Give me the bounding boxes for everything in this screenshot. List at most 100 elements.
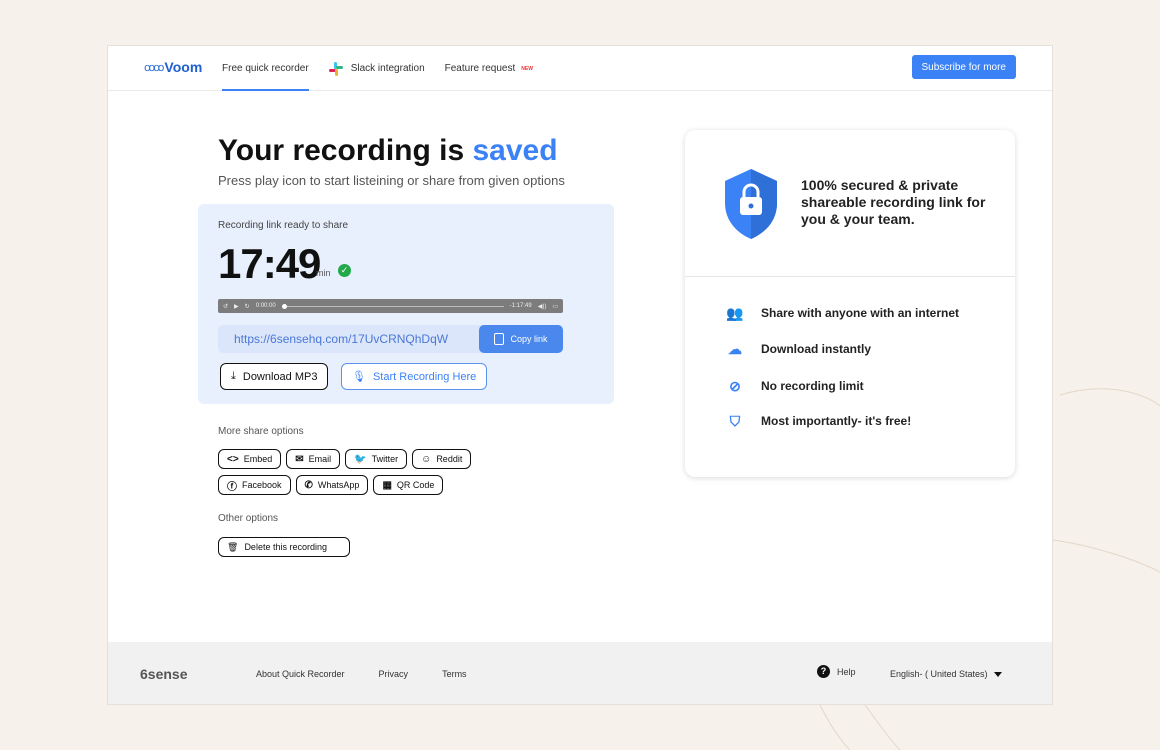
volume-icon[interactable]: ◀)) [538,303,547,310]
embed-button[interactable]: <> Embed [218,449,282,469]
nav-free-quick-recorder[interactable]: Free quick recorder [222,46,309,91]
top-nav-bar: ꝏꝏ Voom Free quick recorder Slack integr… [108,46,1052,91]
footer-links: About Quick Recorder Privacy Terms [256,669,467,679]
security-headline: 100% secured & private shareable recordi… [801,177,986,227]
footer-link-terms[interactable]: Terms [442,669,467,679]
current-time: 0:00:00 [255,303,276,309]
feature-item: ⛉ Most importantly- it's free! [725,413,911,429]
facebook-button[interactable]: ⓕ Facebook [218,475,291,495]
title-prefix: Your recording is [218,134,473,167]
feature-label: Download instantly [761,342,872,356]
language-label: English- ( United States) [890,669,988,679]
recording-duration: 17:49 [218,240,321,287]
start-recording-button[interactable]: 🎙 Start Recording Here [341,363,488,390]
reddit-button[interactable]: ☺ Reddit [412,449,472,469]
email-button[interactable]: ✉ Email [286,449,341,469]
qr-code-button[interactable]: ▦ QR Code [373,475,444,495]
copy-link-label: Copy link [510,334,548,344]
download-icon: ⤓ [231,370,236,382]
voom-logo[interactable]: ꝏꝏ Voom [144,59,202,75]
nav-feature-request[interactable]: Feature request NEW [445,46,533,91]
download-mp3-button[interactable]: ⤓ Download MP3 [220,363,329,390]
share-options-row-2: ⓕ Facebook ✆ WhatsApp ▦ QR Code [218,475,444,495]
start-recording-label: Start Recording Here [372,370,477,383]
recording-card: Recording link ready to share 17:49 min … [198,204,614,404]
page-subtitle: Press play icon to start listeining or s… [218,173,565,188]
qr-code-icon: ▦ [382,479,392,491]
share-link-field[interactable]: https://6sensehq.com/17UvCRNQhDqW Copy l… [218,325,563,353]
shield-check-icon: ⛉ [729,412,741,429]
share-options-row-1: <> Embed ✉ Email 🐦 Twitter ☺ Reddit [218,449,472,469]
download-label: Download MP3 [242,370,318,383]
reddit-label: Reddit [436,454,463,464]
copy-link-button[interactable]: Copy link [479,325,563,353]
help-link[interactable]: ? Help [817,665,856,678]
voom-logo-icon: ꝏꝏ [144,61,164,74]
security-info-card: 100% secured & private shareable recordi… [685,130,1015,477]
rewind-icon[interactable]: ↺ [223,303,228,310]
help-label: Help [837,666,856,677]
more-share-options-label: More share options [218,426,304,437]
no-limit-icon: ⊘ [729,377,741,394]
facebook-icon: ⓕ [227,481,237,493]
duration-unit: min [316,268,331,278]
progress-track[interactable] [281,303,504,309]
recording-label: Recording link ready to share [218,220,349,231]
twitter-label: Twitter [371,454,399,464]
feature-label: No recording limit [761,379,864,393]
verified-check-icon: ✓ [338,264,351,277]
footer-brand-logo[interactable]: 6sense [140,666,187,682]
whatsapp-button[interactable]: ✆ WhatsApp [295,475,369,495]
reddit-icon: ☺ [421,453,432,465]
trash-icon: 🗑 [227,541,239,552]
progress-knob[interactable] [281,303,287,309]
slack-icon [328,61,343,76]
cast-icon[interactable]: ▭ [552,303,558,310]
copy-icon [494,333,505,345]
share-link-text[interactable]: https://6sensehq.com/17UvCRNQhDqW [234,332,448,346]
feature-item: 👥 Share with anyone with an internet [725,305,959,321]
feature-label: Share with anyone with an internet [761,306,960,320]
security-header: 100% secured & private shareable recordi… [685,130,1015,277]
nav-label: Free quick recorder [222,63,309,74]
embed-icon: <> [227,453,239,465]
main-nav: Free quick recorder Slack integration Fe… [222,46,553,91]
feature-label: Most importantly- it's free! [761,414,912,428]
nav-label: Slack integration [350,63,425,74]
nav-slack-integration[interactable]: Slack integration [328,46,425,91]
language-selector[interactable]: English- ( United States) [890,669,1002,679]
feature-item: ⊘ No recording limit [725,378,864,394]
footer-link-about[interactable]: About Quick Recorder [256,669,345,679]
forward-icon[interactable]: ↻ [245,303,250,310]
play-icon[interactable]: ▶ [234,303,239,310]
users-icon: 👥 [726,304,744,321]
page-title: Your recording is saved [218,134,558,168]
delete-recording-button[interactable]: 🗑 Delete this recording [218,537,350,557]
footer-link-privacy[interactable]: Privacy [379,669,409,679]
email-label: Email [308,454,332,464]
email-icon: ✉ [295,453,304,465]
remaining-time: -1:17:49 [509,303,532,309]
new-badge: NEW [521,65,533,72]
twitter-button[interactable]: 🐦 Twitter [345,449,408,469]
footer: 6sense About Quick Recorder Privacy Term… [108,642,1052,704]
app-window: ꝏꝏ Voom Free quick recorder Slack integr… [107,45,1053,705]
audio-player[interactable]: ↺ ▶ ↻ 0:00:00 -1:17:49 ◀)) ▭ [218,299,563,313]
delete-label: Delete this recording [244,542,327,552]
qr-code-label: QR Code [396,480,435,490]
whatsapp-label: WhatsApp [317,480,360,490]
chevron-down-icon [993,671,1002,677]
twitter-icon: 🐦 [354,453,367,465]
voom-logo-text: Voom [164,59,203,75]
subscribe-button[interactable]: Subscribe for more [911,55,1016,79]
title-accent: saved [472,134,558,167]
cloud-download-icon: ☁ [728,340,742,357]
feature-item: ☁ Download instantly [725,341,871,357]
help-icon: ? [817,665,830,678]
embed-label: Embed [243,454,273,464]
other-options-label: Other options [218,513,279,524]
facebook-label: Facebook [242,480,282,490]
microphone-icon: 🎙 [352,371,366,383]
nav-label: Feature request [444,63,516,74]
whatsapp-icon: ✆ [304,479,313,491]
